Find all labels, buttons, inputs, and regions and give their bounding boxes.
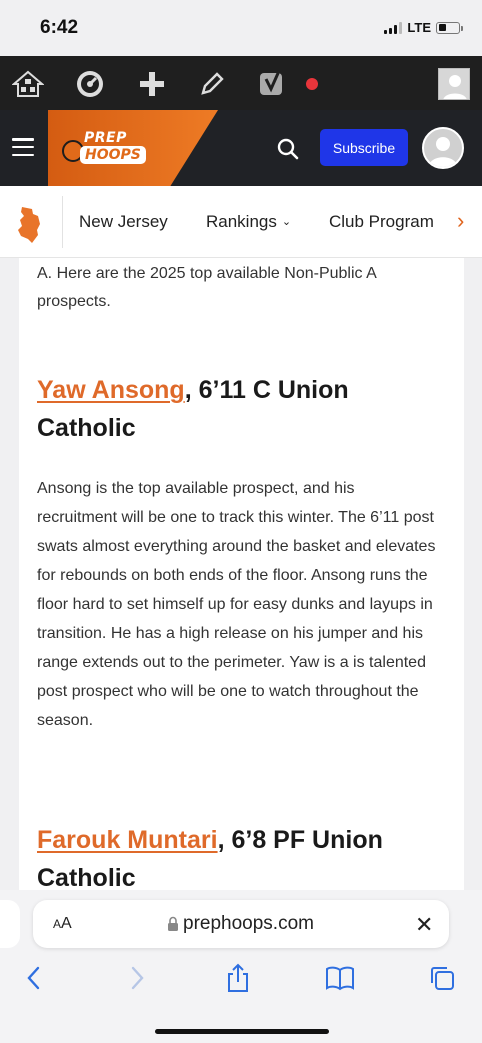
site-header: PREP HOOPS Subscribe [0,110,482,186]
new-jersey-state-icon[interactable] [16,206,44,244]
chevron-right-icon[interactable]: › [457,208,464,234]
home-indicator [155,1029,329,1034]
admin-bar [0,56,482,110]
battery-icon [436,21,463,34]
menu-icon[interactable] [12,138,34,156]
prospect-name-link[interactable]: Farouk Muntari [37,826,218,854]
prospect-heading: Farouk Muntari, 6’8 PF Union Catholic [37,821,452,897]
back-button[interactable] [18,962,50,994]
reader-settings-button[interactable]: AA [53,915,72,933]
logo-text-top: PREP [84,130,127,146]
site-logo[interactable]: PREP HOOPS [62,128,158,170]
browser-toolbar: AA prephoops.com ✕ [0,890,482,1043]
prospect-paragraph: Ansong is the top available prospect, an… [37,480,436,729]
main-content: A. Here are the 2025 top available Non-P… [0,258,482,898]
lock-icon [168,916,178,931]
prospect-name-link[interactable]: Yaw Ansong [37,376,185,404]
nav-item-label: New Jersey [79,212,168,231]
nav-item-new-jersey[interactable]: New Jersey [79,212,168,232]
close-icon[interactable]: ✕ [415,912,433,938]
subscribe-button[interactable]: Subscribe [320,129,408,166]
status-bar: 6:42 LTE [0,0,482,56]
plus-icon[interactable] [136,68,168,100]
search-icon[interactable] [274,135,302,163]
dashboard-icon[interactable] [74,68,106,100]
network-home-icon[interactable] [12,68,44,100]
signal-icon [384,21,403,34]
forward-button[interactable] [121,962,153,994]
article-intro: A. Here are the 2025 top available Non-P… [37,265,376,310]
url-text: prephoops.com [183,913,314,934]
previous-tab-edge[interactable] [0,900,20,948]
network-label: LTE [407,20,431,35]
status-dot-icon [296,68,328,100]
user-avatar[interactable] [422,127,464,169]
admin-avatar[interactable] [438,68,470,100]
prospect-heading: Yaw Ansong, 6’11 C Union Catholic [37,371,452,447]
nav-divider [62,196,63,248]
nav-item-label: Club Program [329,212,434,231]
share-icon[interactable] [222,962,254,994]
article-body: A. Here are the 2025 top available Non-P… [19,258,464,898]
site-nav: New Jersey Rankings ⌄ Club Program › [0,186,482,258]
nav-item-club-program[interactable]: Club Program [329,212,434,232]
status-time: 6:42 [40,17,79,38]
logo-text-bottom: HOOPS [80,146,146,164]
chevron-down-icon: ⌄ [281,216,292,228]
address-bar[interactable]: AA prephoops.com ✕ [33,900,449,948]
yoast-icon[interactable] [256,68,288,100]
status-indicators: LTE [384,20,463,35]
bookmarks-icon[interactable] [324,962,356,994]
tabs-icon[interactable] [426,962,458,994]
pencil-icon[interactable] [196,68,228,100]
nav-item-label: Rankings [206,212,277,231]
nav-item-rankings[interactable]: Rankings ⌄ [206,212,291,232]
